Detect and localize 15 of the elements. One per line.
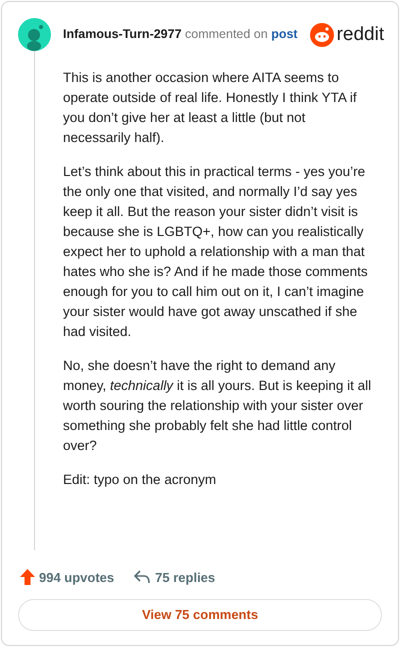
reply-arrow-icon[interactable] xyxy=(134,570,150,584)
comment-paragraph: This is another occasion where AITA seems to operate outside of real life. Honestly I think YTA if you don’t give her at least a little (but not necessarily half). xyxy=(63,69,358,147)
upvote-arrow-icon[interactable] xyxy=(20,569,35,586)
view-comments-button[interactable]: View 75 comments xyxy=(18,599,382,631)
replies-count: 75 replies xyxy=(155,568,216,587)
comment-paragraph: Edit: typo on the acronym xyxy=(63,471,218,489)
logo-text: reddit xyxy=(336,25,384,44)
action-text: commented on xyxy=(185,27,268,42)
upvotes-count: 994 upvotes xyxy=(39,568,114,587)
reddit-logo-icon xyxy=(310,22,334,46)
avatar-icon xyxy=(18,18,51,51)
username[interactable]: Infamous-Turn-2977 xyxy=(63,27,182,42)
comment-paragraph: Let’s think about this in practical terms - yes you’re the only one that visited, and normally I’d say yes keep it all. But the reason your sister didn’t visit is because she is LGBTQ+, how can you realistically expect her to uphold a relationship with a man that hates who she is? And if he made those comments enough for you to call him out on it, I can’t imagine your sister would have got away unscathed if she had visited. xyxy=(63,163,369,341)
post-link[interactable]: post xyxy=(271,27,298,42)
comment-paragraph: No, she doesn’t have the right to demand any money, technically it is all yours. But is keeping it all worth souring the relationship with your sister over something she probably felt she had little control over? xyxy=(63,357,372,455)
